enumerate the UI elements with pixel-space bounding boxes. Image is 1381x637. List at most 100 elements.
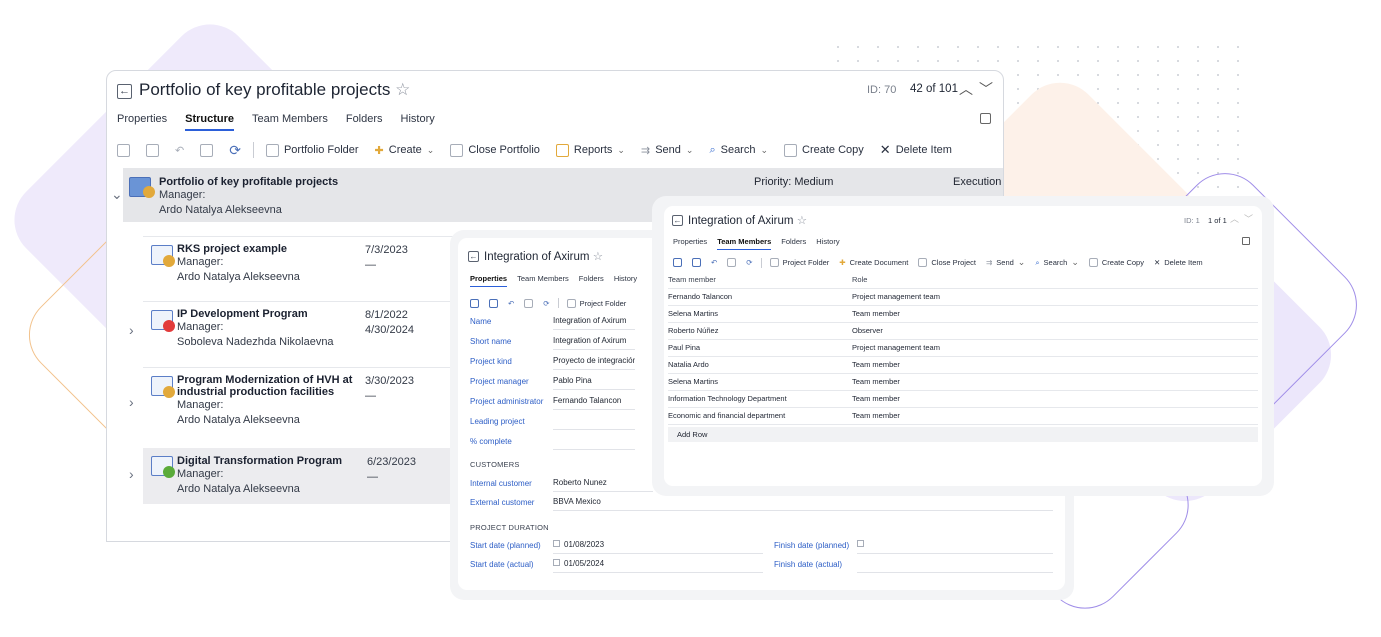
copy-document-icon (1088, 258, 1098, 267)
favorite-star-icon[interactable]: ☆ (395, 80, 410, 99)
send-button[interactable]: ⇉ Send ⌄ (641, 144, 693, 157)
tab-history[interactable]: History (614, 274, 637, 287)
table-row[interactable]: Natalia Ardo Team member (668, 357, 1258, 374)
tab-team-members[interactable]: Team Members (252, 113, 328, 131)
tab-properties[interactable]: Properties (673, 237, 707, 250)
close-portfolio-button[interactable]: Close Portfolio (450, 143, 540, 157)
delete-item-button[interactable]: ✕ Delete Item (880, 142, 952, 158)
save-close-icon[interactable] (146, 143, 159, 157)
open-in-new-window-icon[interactable] (980, 113, 991, 124)
back-arrow-icon[interactable]: ← (468, 251, 479, 262)
tab-folders[interactable]: Folders (579, 274, 604, 287)
previous-record-icon[interactable]: ︿ (959, 79, 973, 99)
back-arrow-icon[interactable]: ← (672, 215, 683, 226)
expand-chevron-icon[interactable]: › (129, 322, 134, 338)
table-row[interactable]: Economic and financial department Team me… (668, 408, 1258, 425)
calendar-icon[interactable] (553, 540, 560, 547)
favorite-star-icon[interactable]: ☆ (593, 251, 603, 263)
reports-button[interactable]: Reports ⌄ (555, 143, 625, 157)
tab-history[interactable]: History (816, 237, 839, 250)
chevron-down-icon: ⌄ (760, 144, 769, 155)
project-row[interactable]: › Program Modernization of HVH at indust… (129, 367, 463, 445)
field-value-leading-project[interactable] (553, 416, 635, 430)
project-folder-button[interactable]: Project Folder (769, 258, 829, 267)
copy-icon[interactable] (727, 258, 737, 267)
previous-record-icon[interactable]: ︿ (1230, 212, 1239, 225)
field-value-external-customer[interactable]: BBVA Mexico (553, 497, 1053, 511)
create-copy-button[interactable]: Create Copy (784, 143, 864, 157)
tab-structure[interactable]: Structure (185, 113, 235, 131)
project-folder-button[interactable]: Project Folder (566, 298, 626, 308)
column-header-role[interactable]: Role (852, 272, 867, 288)
save-icon[interactable] (117, 143, 130, 157)
field-value-project-administrator[interactable]: Fernando Talancon (553, 396, 635, 410)
next-record-icon[interactable]: ﹀ (979, 79, 993, 99)
field-value-start-planned[interactable]: 01/08/2023 (553, 540, 763, 554)
search-button[interactable]: ⌕ Search ⌄ (1035, 257, 1079, 268)
portfolio-folder-button[interactable]: Portfolio Folder (265, 143, 359, 157)
save-close-icon[interactable] (489, 298, 498, 308)
next-record-icon[interactable]: ﹀ (1244, 212, 1253, 225)
refresh-icon[interactable]: ⟳ (229, 142, 241, 159)
send-button[interactable]: ⇉ Send ⌄ (986, 257, 1025, 268)
field-value-percent-complete[interactable] (553, 436, 635, 450)
column-header-team-member[interactable]: Team member (668, 272, 716, 288)
table-row[interactable]: Information Technology Department Team me… (668, 391, 1258, 408)
undo-icon[interactable]: ↶ (508, 299, 514, 308)
create-copy-button[interactable]: Create Copy (1088, 258, 1144, 267)
save-close-icon[interactable] (692, 258, 701, 267)
add-row-button[interactable]: Add Row (668, 427, 1258, 442)
field-value-project-manager[interactable]: Pablo Pina (553, 376, 635, 390)
toolbar-divider (760, 257, 762, 268)
expand-chevron-icon[interactable]: › (129, 394, 134, 410)
copy-icon[interactable] (524, 298, 534, 308)
field-value-project-kind[interactable]: Proyecto de integración de te (553, 356, 635, 370)
tab-folders[interactable]: Folders (781, 237, 806, 250)
delete-item-button[interactable]: ✕ Delete Item (1154, 258, 1203, 267)
save-icon[interactable] (673, 258, 682, 267)
manager-label: Manager: (159, 189, 206, 201)
table-row[interactable]: Fernando Talancon Project management team (668, 289, 1258, 306)
field-value-name[interactable]: Integration of Axirum (553, 316, 635, 330)
tab-history[interactable]: History (401, 113, 435, 131)
save-icon[interactable] (470, 298, 479, 308)
record-position: 1 of 1 (1208, 216, 1227, 225)
table-row[interactable]: Selena Martins Team member (668, 374, 1258, 391)
field-value-internal-customer[interactable]: Roberto Nunez (553, 478, 653, 492)
refresh-icon[interactable]: ⟳ (746, 258, 752, 267)
expand-chevron-icon[interactable]: › (129, 466, 134, 482)
calendar-icon[interactable] (857, 540, 864, 547)
copy-icon[interactable] (200, 143, 214, 157)
calendar-icon[interactable] (553, 559, 560, 566)
collapse-chevron-icon[interactable]: ⌄ (111, 186, 123, 203)
field-value-short-name[interactable]: Integration of Axirum (553, 336, 635, 350)
project-row[interactable]: RKS project example Manager: Ardo Nataly… (143, 236, 463, 296)
table-row[interactable]: Selena Martins Team member (668, 306, 1258, 323)
open-in-new-window-icon[interactable] (1242, 237, 1250, 245)
create-document-icon: ✚ (839, 258, 846, 267)
tab-folders[interactable]: Folders (346, 113, 383, 131)
table-row[interactable]: Roberto Núñez Observer (668, 323, 1258, 340)
tab-properties[interactable]: Properties (117, 113, 167, 131)
close-project-button[interactable]: Close Project (918, 258, 976, 267)
field-value-finish-planned[interactable] (857, 540, 1053, 554)
tab-team-members[interactable]: Team Members (517, 274, 569, 287)
table-row[interactable]: Paul Pina Project management team (668, 340, 1258, 357)
folder-icon (769, 258, 779, 267)
favorite-star-icon[interactable]: ☆ (797, 215, 807, 227)
field-value-finish-actual[interactable] (857, 559, 1053, 573)
undo-icon[interactable]: ↶ (175, 144, 184, 157)
refresh-icon[interactable]: ⟳ (543, 299, 549, 308)
back-arrow-icon[interactable]: ← (117, 84, 132, 99)
field-value-start-actual[interactable]: 01/05/2024 (553, 559, 763, 573)
create-button[interactable]: ✚ Create ⌄ (375, 144, 435, 157)
undo-icon[interactable]: ↶ (711, 258, 717, 267)
search-button[interactable]: ⌕ Search ⌄ (709, 144, 768, 157)
tab-properties[interactable]: Properties (470, 274, 508, 287)
project-row[interactable]: › Digital Transformation Program Manager… (129, 448, 463, 504)
reports-icon (555, 143, 569, 157)
tab-team-members[interactable]: Team Members (717, 237, 772, 250)
chevron-down-icon: ⌄ (426, 144, 435, 155)
create-document-button[interactable]: ✚ Create Document (839, 258, 908, 267)
project-row[interactable]: › IP Development Program Manager: Sobole… (129, 301, 463, 363)
